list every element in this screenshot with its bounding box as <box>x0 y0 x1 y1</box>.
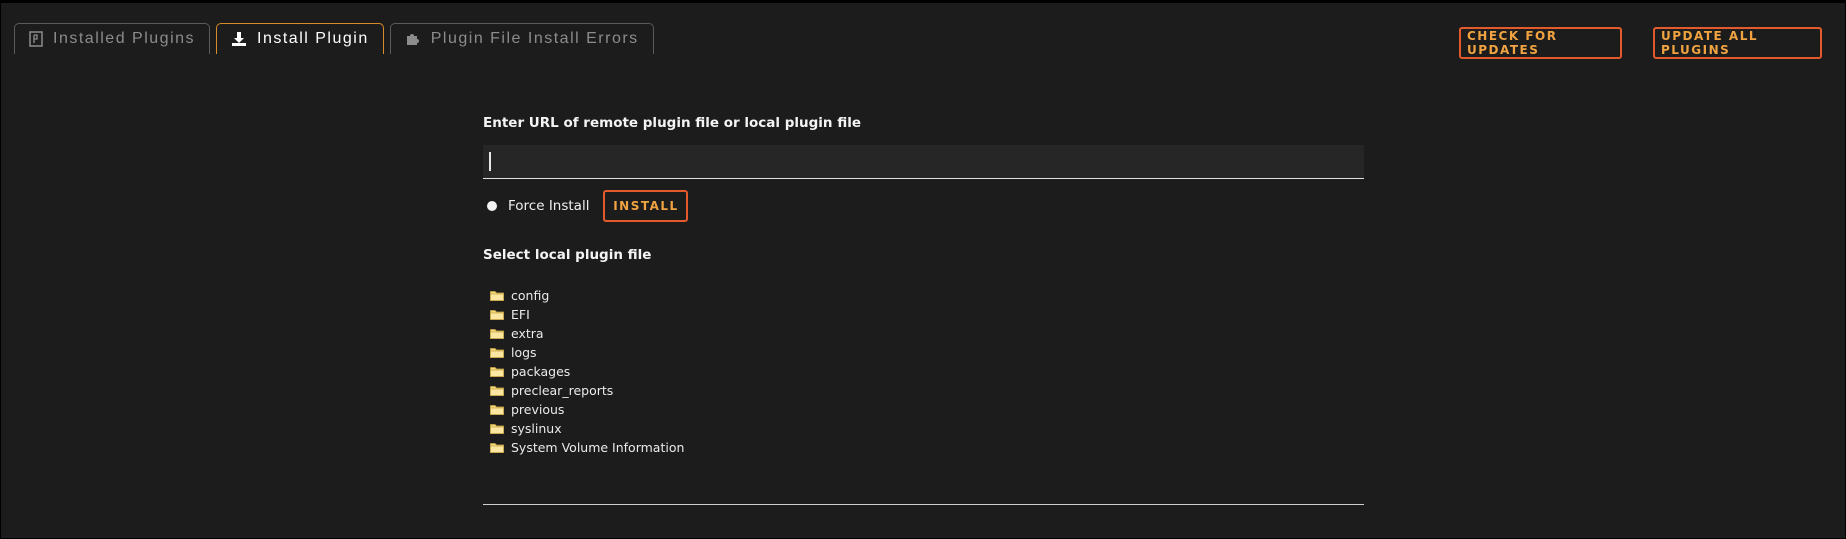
tab-bar: Installed Plugins Install Plugin Plugin … <box>14 23 654 54</box>
folder-item[interactable]: config <box>483 286 1364 305</box>
folder-icon <box>490 347 504 358</box>
install-button[interactable]: INSTALL <box>603 190 689 222</box>
folder-item[interactable]: extra <box>483 324 1364 343</box>
plugin-icon <box>29 31 43 47</box>
folder-item[interactable]: packages <box>483 362 1364 381</box>
folder-name: packages <box>511 364 571 379</box>
folder-name: System Volume Information <box>511 440 685 455</box>
force-install-checkbox[interactable] <box>487 201 497 211</box>
tab-install-plugin[interactable]: Install Plugin <box>216 23 384 54</box>
folder-item[interactable]: System Volume Information <box>483 438 1364 457</box>
folder-name: logs <box>511 345 537 360</box>
folder-icon <box>490 290 504 301</box>
folder-icon <box>490 423 504 434</box>
local-file-tree: config EFI extra logs packages preclear_… <box>483 286 1364 457</box>
local-file-label: Select local plugin file <box>483 247 652 263</box>
tab-installed-plugins[interactable]: Installed Plugins <box>14 23 211 54</box>
tab-label: Installed Plugins <box>53 30 196 47</box>
plugins-page: Installed Plugins Install Plugin Plugin … <box>0 0 1846 539</box>
folder-item[interactable]: EFI <box>483 305 1364 324</box>
tab-plugin-file-install-errors[interactable]: Plugin File Install Errors <box>389 23 654 54</box>
url-field-label: Enter URL of remote plugin file or local… <box>483 115 862 131</box>
folder-item[interactable]: previous <box>483 400 1364 419</box>
folder-item[interactable]: logs <box>483 343 1364 362</box>
folder-item[interactable]: preclear_reports <box>483 381 1364 400</box>
folder-icon <box>490 385 504 396</box>
tab-label: Plugin File Install Errors <box>430 30 639 47</box>
download-icon <box>231 31 247 47</box>
puzzle-icon <box>405 31 421 47</box>
folder-icon <box>490 442 504 453</box>
text-caret <box>489 152 491 171</box>
tab-label: Install Plugin <box>257 30 369 47</box>
folder-icon <box>490 328 504 339</box>
check-for-updates-button[interactable]: CHECK FOR UPDATES <box>1459 27 1622 59</box>
install-row: Force Install INSTALL <box>483 190 1364 222</box>
folder-icon <box>490 309 504 320</box>
plugin-url-input[interactable] <box>483 145 1364 179</box>
folder-name: syslinux <box>511 421 562 436</box>
folder-icon <box>490 404 504 415</box>
folder-item[interactable]: syslinux <box>483 419 1364 438</box>
folder-name: previous <box>511 402 565 417</box>
folder-name: EFI <box>511 307 530 322</box>
folder-icon <box>490 366 504 377</box>
folder-name: config <box>511 288 550 303</box>
force-install-label[interactable]: Force Install <box>508 198 589 214</box>
folder-name: preclear_reports <box>511 383 614 398</box>
update-all-plugins-button[interactable]: UPDATE ALL PLUGINS <box>1653 27 1822 59</box>
folder-name: extra <box>511 326 544 341</box>
divider <box>483 504 1364 505</box>
install-plugin-panel: Enter URL of remote plugin file or local… <box>483 115 1364 457</box>
